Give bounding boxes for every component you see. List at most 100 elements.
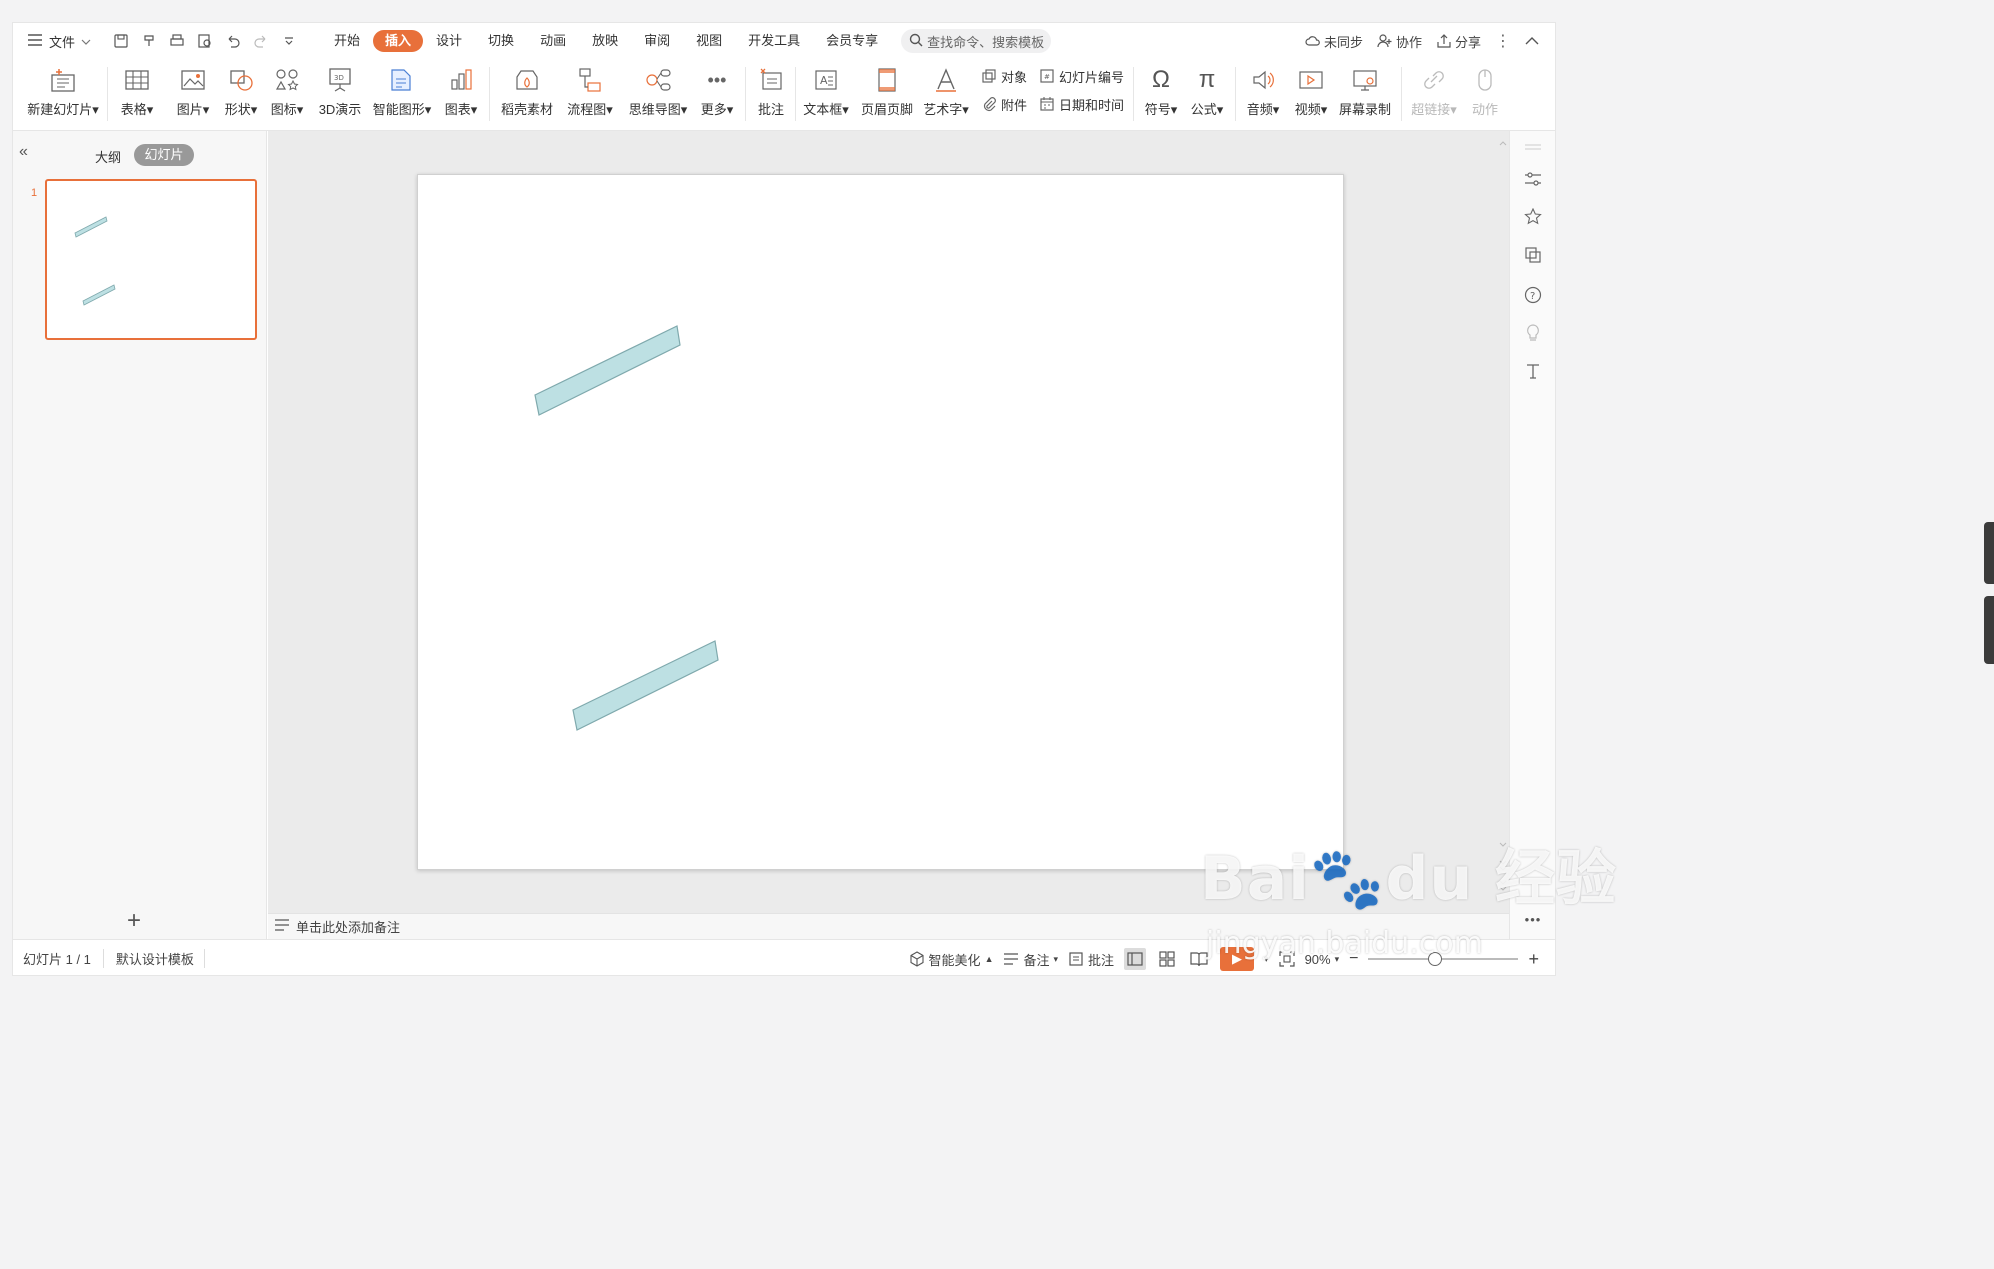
- video-label: 视频: [1294, 102, 1321, 117]
- shape-icon: [226, 65, 256, 95]
- video-button[interactable]: 视频▾: [1291, 59, 1331, 131]
- header-footer-button[interactable]: 页眉页脚: [859, 59, 915, 131]
- slide-thumbnail[interactable]: [45, 179, 257, 340]
- smartart-label: 智能图形: [372, 102, 425, 117]
- attachment-label: 附件: [1001, 97, 1028, 113]
- beautify-button[interactable]: 智能美化 ▲: [909, 950, 993, 969]
- print-preview-icon[interactable]: [195, 31, 215, 51]
- notes-lines-icon: [1004, 953, 1019, 965]
- formula-button[interactable]: π 公式▾: [1187, 59, 1227, 131]
- tab-review[interactable]: 审阅: [631, 30, 683, 52]
- redo-icon[interactable]: [251, 31, 271, 51]
- search-box[interactable]: 查找命令、搜索模板: [901, 29, 1052, 53]
- icon-button[interactable]: 图标▾: [267, 59, 307, 131]
- tab-member[interactable]: 会员专享: [813, 30, 891, 52]
- tab-outline[interactable]: 大纲: [95, 147, 121, 166]
- edge-handle-1[interactable]: [1984, 522, 1994, 584]
- lightbulb-icon[interactable]: [1523, 323, 1543, 343]
- tab-transition[interactable]: 切换: [475, 30, 527, 52]
- add-slide-button[interactable]: +: [127, 907, 141, 935]
- edge-handle-2[interactable]: [1984, 596, 1994, 664]
- more-button[interactable]: ••• 更多▾: [697, 59, 737, 131]
- link-icon: [1419, 65, 1449, 95]
- share-button[interactable]: 分享: [1436, 32, 1481, 51]
- slide-number-icon: #: [1040, 69, 1054, 83]
- wordart-button[interactable]: 艺术字▾: [921, 59, 971, 131]
- datetime-button[interactable]: 日期和时间: [1039, 93, 1124, 115]
- picture-button[interactable]: 图片▾: [173, 59, 213, 131]
- tab-home[interactable]: 开始: [321, 30, 373, 52]
- 3d-demo-label: 3D演示: [318, 102, 362, 117]
- sync-label: 未同步: [1323, 34, 1363, 50]
- 3d-demo-button[interactable]: 3D 3D演示: [315, 59, 365, 131]
- new-slide-button[interactable]: 新建幻灯片▾: [23, 59, 103, 131]
- comment-box-icon: [1069, 952, 1083, 966]
- screen-record-button[interactable]: 屏幕录制: [1337, 59, 1393, 131]
- comment-toggle-button[interactable]: 批注: [1068, 950, 1114, 969]
- hyperlink-button[interactable]: 超链接▾: [1409, 59, 1459, 131]
- slide-info: 幻灯片 1 / 1: [23, 949, 104, 968]
- sync-button[interactable]: 未同步: [1305, 32, 1363, 51]
- picture-icon: [178, 65, 208, 95]
- notes-toggle-button[interactable]: 备注 ▾: [1003, 950, 1058, 969]
- attachment-button[interactable]: 附件: [981, 93, 1027, 115]
- audio-button[interactable]: 音频▾: [1243, 59, 1283, 131]
- template-name[interactable]: 默认设计模板: [116, 949, 205, 968]
- flowchart-button[interactable]: 流程图▾: [563, 59, 617, 131]
- action-button[interactable]: 动作: [1465, 59, 1505, 131]
- zoom-in-button[interactable]: +: [1528, 949, 1539, 970]
- shape-button[interactable]: 形状▾: [221, 59, 261, 131]
- audio-label: 音频: [1246, 102, 1273, 117]
- print-icon[interactable]: [167, 31, 187, 51]
- normal-view-button[interactable]: [1124, 948, 1147, 970]
- copy-icon[interactable]: [1523, 245, 1543, 265]
- collapse-ribbon-icon[interactable]: [1525, 36, 1539, 46]
- speaker-icon: [1248, 65, 1278, 95]
- beautify-label: 智能美化: [928, 952, 981, 968]
- collapse-panel-icon[interactable]: «: [19, 143, 28, 161]
- save-icon[interactable]: [111, 31, 131, 51]
- tab-slides[interactable]: 幻灯片: [134, 144, 194, 166]
- tab-design[interactable]: 设计: [423, 30, 475, 52]
- chart-label: 图表: [444, 102, 471, 117]
- smartart-button[interactable]: 智能图形▾: [369, 59, 435, 131]
- slide-number-button[interactable]: # 幻灯片编号: [1039, 65, 1124, 87]
- customize-dropdown-icon[interactable]: [279, 31, 299, 51]
- grid-view-button[interactable]: [1156, 948, 1178, 970]
- undo-icon[interactable]: [223, 31, 243, 51]
- textbox-button[interactable]: A 文本框▾: [801, 59, 851, 131]
- tab-developer[interactable]: 开发工具: [735, 30, 813, 52]
- bar-chart-icon: [446, 65, 476, 95]
- slide-shape-parallelogram-1[interactable]: [534, 325, 681, 416]
- tab-insert[interactable]: 插入: [373, 30, 424, 52]
- comment-button[interactable]: 批注: [751, 59, 791, 131]
- shape-label: 形状: [224, 102, 251, 117]
- slide-shape-parallelogram-2[interactable]: [572, 640, 719, 731]
- table-button[interactable]: 表格▾: [115, 59, 159, 131]
- hyperlink-label: 超链接: [1411, 102, 1451, 117]
- tab-slideshow[interactable]: 放映: [579, 30, 631, 52]
- drag-handle-icon[interactable]: [1523, 137, 1543, 157]
- text-icon[interactable]: [1523, 361, 1543, 381]
- flowchart-label: 流程图: [567, 102, 607, 117]
- symbol-button[interactable]: Ω 符号▾: [1141, 59, 1181, 131]
- tab-animation[interactable]: 动画: [527, 30, 579, 52]
- help-icon[interactable]: ?: [1523, 285, 1543, 305]
- thumbnail-shape-2: [82, 284, 116, 306]
- tab-view[interactable]: 视图: [683, 30, 735, 52]
- slide-canvas[interactable]: [417, 174, 1344, 870]
- textbox-icon: A: [811, 65, 841, 95]
- object-button[interactable]: 对象: [981, 65, 1027, 87]
- file-menu[interactable]: 文件: [13, 32, 101, 51]
- vertical-scrollbar[interactable]: [1497, 131, 1509, 913]
- comment-icon: [756, 65, 786, 95]
- mindmap-button[interactable]: 思维导图▾: [625, 59, 691, 131]
- format-painter-icon[interactable]: [139, 31, 159, 51]
- star-icon[interactable]: [1523, 207, 1543, 227]
- notes-toggle-label: 备注: [1023, 952, 1050, 968]
- material-button[interactable]: 稻壳素材: [497, 59, 557, 131]
- settings-sliders-icon[interactable]: [1523, 169, 1543, 189]
- chart-button[interactable]: 图表▾: [441, 59, 481, 131]
- collaborate-button[interactable]: 协作: [1377, 32, 1422, 51]
- more-options-icon[interactable]: ⋮: [1495, 31, 1511, 51]
